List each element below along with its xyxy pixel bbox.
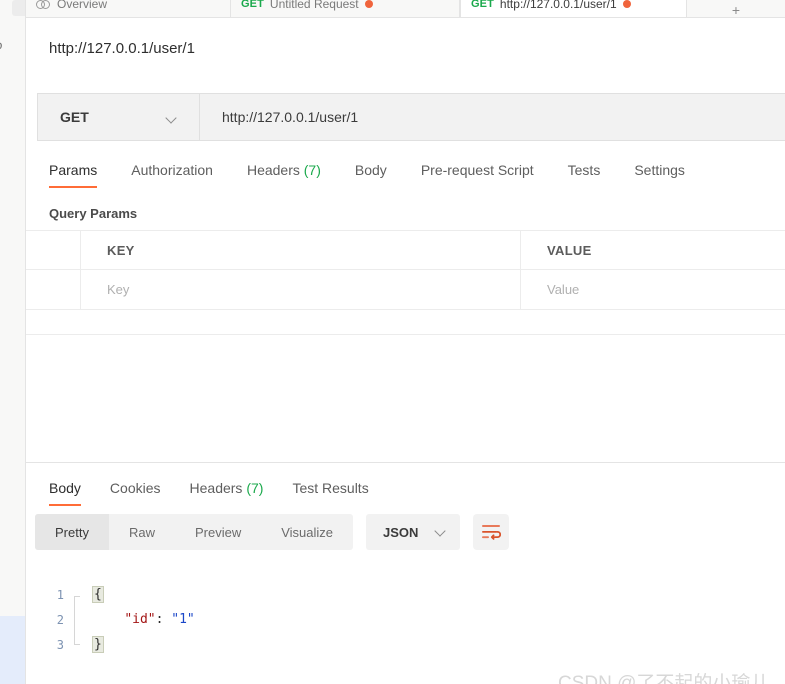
key-input[interactable]: Key	[81, 270, 521, 309]
json-brace: {	[92, 586, 104, 603]
tab-headers[interactable]: Headers (7)	[247, 158, 321, 188]
column-header-value: VALUE	[547, 242, 592, 258]
query-params-title: Query Params	[49, 206, 138, 221]
view-mode-label: Visualize	[281, 524, 334, 540]
view-mode-label: Pretty	[55, 524, 89, 540]
tab-overview[interactable]: Overview	[26, 0, 231, 17]
tab-label: Overview	[57, 0, 108, 11]
code-content: "id": "1"	[93, 612, 195, 627]
sidebar-selected-item[interactable]	[0, 616, 25, 684]
unsaved-dot-icon	[364, 0, 373, 8]
word-wrap-button[interactable]	[473, 514, 510, 550]
tab-authorization[interactable]: Authorization	[131, 158, 213, 188]
fold-gutter[interactable]	[81, 582, 93, 607]
url-text: http://127.0.0.1/user/1	[222, 109, 359, 125]
view-mode-pretty[interactable]: Pretty	[35, 514, 109, 550]
plus-icon: +	[731, 2, 741, 18]
tab-body[interactable]: Body	[355, 158, 387, 188]
new-tab-button[interactable]: +	[687, 0, 785, 18]
tab-tests[interactable]: Tests	[568, 158, 601, 188]
response-headers-count: (7)	[246, 480, 264, 496]
tab-label: Untitled Request	[269, 0, 359, 11]
response-view-toolbar: Pretty Raw Preview Visualize JSON	[35, 514, 510, 550]
chevron-down-icon	[436, 527, 446, 537]
json-punctuation: :	[155, 612, 172, 627]
line-number: 1	[56, 587, 64, 602]
tab-response-headers[interactable]: Headers (7)	[190, 476, 264, 506]
tab-test-results[interactable]: Test Results	[292, 476, 368, 506]
code-line: 3 }	[26, 632, 785, 657]
method-label: GET	[60, 109, 89, 125]
column-header-key: KEY	[81, 231, 521, 269]
code-line: 1 {	[26, 582, 785, 607]
select-all-cell[interactable]	[26, 231, 81, 269]
query-params-table: KEY VALUE Key Value	[26, 230, 785, 310]
fold-gutter[interactable]	[81, 632, 93, 657]
sidebar-text-fragment: oo	[0, 38, 3, 52]
tab-label: Headers	[189, 480, 243, 496]
view-mode-raw[interactable]: Raw	[109, 514, 175, 550]
tab-untitled-request[interactable]: GET Untitled Request	[231, 0, 460, 17]
tab-label: Headers	[246, 162, 300, 178]
request-panel: http://127.0.0.1/user/1 GET http://127.0…	[26, 18, 785, 684]
table-row[interactable]: Key Value	[26, 270, 785, 310]
view-mode-label: Raw	[128, 524, 155, 540]
code-line: 2 "id": "1"	[26, 607, 785, 632]
tab-label: Body	[49, 480, 81, 496]
postman-window: oo d , Overview GET Untitled Request GET…	[0, 0, 785, 684]
unsaved-dot-icon	[622, 0, 631, 8]
tab-label: http://127.0.0.1/user/1	[499, 0, 617, 11]
overview-icon	[36, 0, 51, 9]
tab-method: GET	[241, 0, 264, 10]
tab-pre-request-script[interactable]: Pre-request Script	[421, 158, 534, 188]
response-format-select[interactable]: JSON	[366, 514, 461, 550]
headers-count: (7)	[303, 162, 321, 178]
tab-label: Cookies	[109, 480, 161, 496]
view-mode-segmented-control: Pretty Raw Preview Visualize	[35, 514, 354, 550]
tab-label: Settings	[634, 162, 685, 178]
view-mode-label: Preview	[194, 524, 242, 540]
code-content: {	[92, 586, 104, 603]
request-title: http://127.0.0.1/user/1	[49, 40, 195, 57]
tab-user-request[interactable]: GET http://127.0.0.1/user/1	[460, 0, 687, 17]
tab-label: Test Results	[292, 480, 369, 496]
watermark: CSDN @了不起的小瑜儿	[558, 673, 770, 684]
sidebar-chip	[12, 0, 25, 16]
response-tabs: Body Cookies Headers (7) Test Results	[49, 476, 398, 506]
tab-label: Params	[49, 162, 98, 178]
tab-params[interactable]: Params	[49, 158, 98, 188]
format-label: JSON	[383, 524, 419, 540]
tab-label: Pre-request Script	[420, 162, 534, 178]
tab-label: Authorization	[131, 162, 213, 178]
tab-settings[interactable]: Settings	[634, 158, 685, 188]
url-input[interactable]: http://127.0.0.1/user/1	[199, 93, 785, 141]
json-key: "id"	[124, 612, 156, 627]
row-checkbox[interactable]	[26, 270, 81, 309]
line-number: 3	[56, 637, 64, 652]
view-mode-visualize[interactable]: Visualize	[261, 514, 353, 550]
method-selector[interactable]: GET	[37, 93, 199, 141]
code-content: }	[92, 636, 104, 653]
url-bar: GET http://127.0.0.1/user/1	[37, 93, 785, 141]
sidebar: oo d ,	[0, 0, 26, 684]
fold-gutter	[81, 607, 93, 632]
json-value: "1"	[171, 612, 195, 627]
word-wrap-icon	[482, 524, 502, 540]
response-divider[interactable]	[26, 462, 785, 463]
view-mode-preview[interactable]: Preview	[175, 514, 261, 550]
tab-method: GET	[471, 0, 494, 10]
tab-label: Tests	[567, 162, 601, 178]
tab-label: Body	[354, 162, 387, 178]
table-header-row: KEY VALUE	[26, 230, 785, 270]
table-bottom-border	[26, 334, 785, 335]
value-input[interactable]: Value	[521, 270, 785, 309]
tab-cookies[interactable]: Cookies	[110, 476, 161, 506]
json-brace: }	[92, 636, 104, 653]
chevron-down-icon	[167, 114, 177, 124]
request-tab-strip: Overview GET Untitled Request GET http:/…	[26, 0, 785, 18]
request-config-tabs: Params Authorization Headers (7) Body Pr…	[49, 158, 685, 188]
tab-response-body[interactable]: Body	[49, 476, 81, 506]
line-number: 2	[56, 612, 64, 627]
